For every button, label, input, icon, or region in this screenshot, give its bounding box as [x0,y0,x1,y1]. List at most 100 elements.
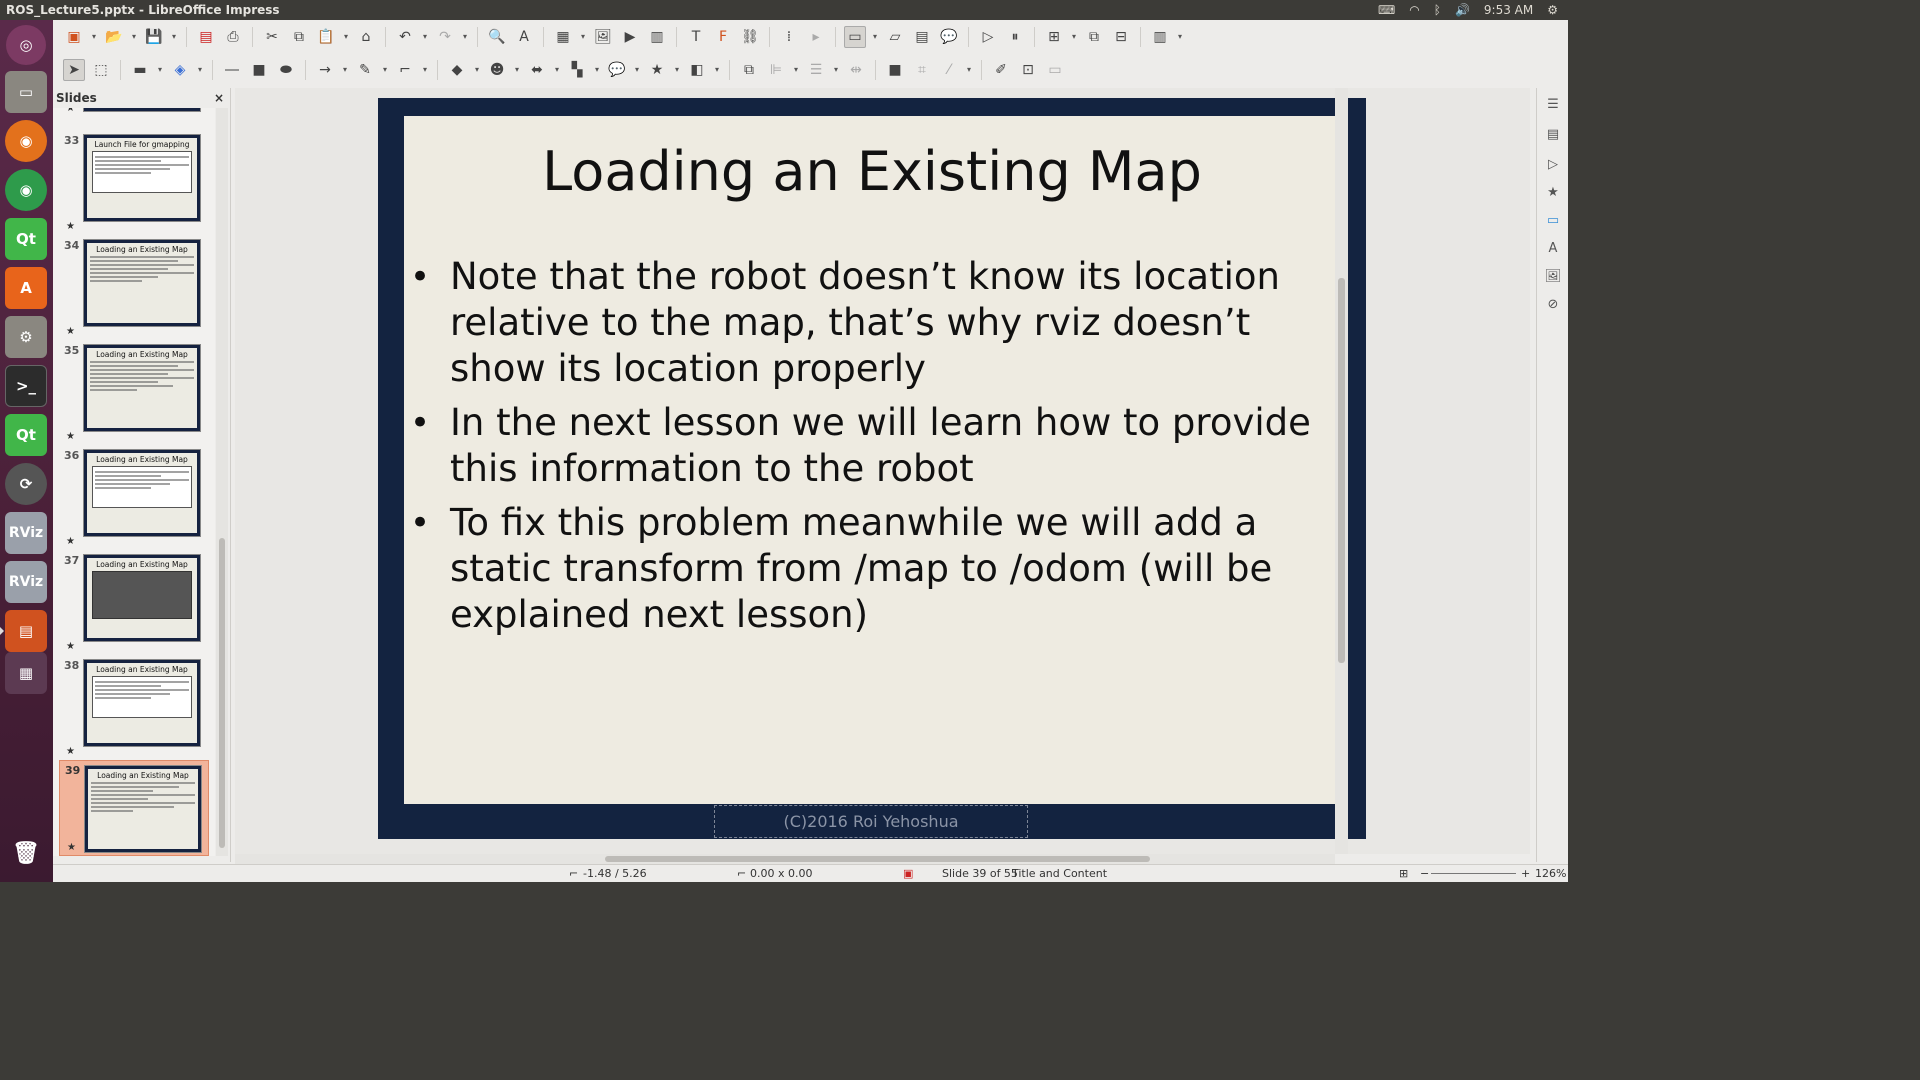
export-pdf-icon[interactable]: ▤ [195,26,217,48]
media-icon[interactable]: ▶ [619,26,641,48]
save-icon[interactable]: 💾 [143,26,165,48]
slide-thumbnail[interactable]: 35 Loading an Existing Map ★ [59,344,209,444]
display-views-icon[interactable]: ▭ [844,25,866,48]
chevron-down-icon[interactable]: ▾ [1176,26,1184,48]
hyperlink-icon[interactable]: ⛓ [739,26,761,48]
software-center-icon[interactable]: A [5,267,47,309]
rviz-icon[interactable]: RViz [5,512,47,554]
animation-icon[interactable]: ▷ [1543,154,1563,174]
chevron-down-icon[interactable]: ▾ [579,26,587,48]
flowchart-icon[interactable]: ▚ [566,59,588,81]
start-presentation-icon[interactable]: ▷ [977,26,999,48]
document-modified-icon[interactable]: ▣ [903,867,913,880]
chevron-down-icon[interactable]: ▾ [965,59,973,81]
custom-animation-icon[interactable]: ★ [1543,182,1563,202]
align-icon[interactable]: ⊫ [765,59,787,81]
slide-bullet-list[interactable]: Note that the robot doesn’t know its loc… [410,254,1330,646]
keyboard-icon[interactable]: ⌨ [1378,3,1395,17]
chevron-down-icon[interactable]: ▾ [593,59,601,81]
distribute-icon[interactable]: ⇹ [845,59,867,81]
chevron-down-icon[interactable]: ▾ [342,26,350,48]
bullet-item[interactable]: In the next lesson we will learn how to … [410,400,1330,492]
line-color-icon[interactable]: ▬ [129,59,151,81]
spelling-icon[interactable]: A [513,26,535,48]
line-icon[interactable]: ― [221,59,243,81]
master-slides-icon[interactable]: ▭ [1543,210,1563,230]
open-folder-icon[interactable]: 📂 [103,26,125,48]
cut-icon[interactable]: ✂ [261,26,283,48]
chevron-down-icon[interactable]: ▾ [170,26,178,48]
connector-icon[interactable]: ⌐ [394,59,416,81]
filter-icon[interactable]: ⁄ [938,59,960,81]
impress-icon[interactable]: ▤ [0,610,47,652]
slide-transition-icon[interactable]: ▤ [1543,124,1563,144]
zoom-slider[interactable] [1431,873,1516,874]
3d-objects-icon[interactable]: ◧ [686,59,708,81]
slide-thumbnail-current[interactable]: 39 Loading an Existing Map ★ [59,760,209,856]
chevron-down-icon[interactable]: ▾ [1070,26,1078,48]
start-current-icon[interactable]: ⏸ [1004,26,1026,48]
ellipse-icon[interactable]: ⬬ [275,59,297,81]
chevron-down-icon[interactable]: ▾ [421,59,429,81]
chevron-down-icon[interactable]: ▾ [832,59,840,81]
stars-icon[interactable]: ★ [646,59,668,81]
redo-icon[interactable]: ↷ [434,26,456,48]
gallery-icon[interactable]: 🖼 [1543,266,1563,286]
slide-canvas[interactable]: Loading an Existing Map Note that the ro… [378,98,1366,839]
close-icon[interactable]: × [214,91,224,105]
slide-thumbnail[interactable]: 34 Loading an Existing Map ★ [59,239,209,339]
chevron-down-icon[interactable]: ▾ [156,59,164,81]
select-icon[interactable]: ➤ [63,58,85,81]
chart-icon[interactable]: ▥ [646,26,668,48]
styles-icon[interactable]: A [1543,238,1563,258]
callouts-icon[interactable]: 💬 [606,59,628,81]
zoom-out-icon[interactable]: − [1420,867,1429,880]
chevron-down-icon[interactable]: ▾ [90,26,98,48]
zoom-level[interactable]: 126% [1535,867,1566,880]
fill-color-icon[interactable]: ◈ [169,59,191,81]
navigator-icon[interactable]: ⊘ [1543,294,1563,314]
new-icon[interactable]: ▣ [63,26,85,48]
table-icon[interactable]: ▦ [552,26,574,48]
chevron-down-icon[interactable]: ▾ [713,59,721,81]
block-arrows-icon[interactable]: ⬌ [526,59,548,81]
print-icon[interactable]: ⎙ [222,26,244,48]
find-replace-icon[interactable]: 🔍 [486,26,508,48]
slide-thumbnail[interactable]: 38 Loading an Existing Map ★ [59,659,209,759]
properties-icon[interactable]: ☰ [1543,94,1563,114]
undo-icon[interactable]: ↶ [394,26,416,48]
curve-icon[interactable]: ✎ [354,59,376,81]
chevron-down-icon[interactable]: ▾ [130,26,138,48]
bullet-item[interactable]: Note that the robot doesn’t know its loc… [410,254,1330,392]
chevron-down-icon[interactable]: ▾ [513,59,521,81]
trash-icon[interactable]: 🗑 [5,832,47,874]
comment-icon[interactable]: 💬 [938,26,960,48]
chevron-down-icon[interactable]: ▾ [341,59,349,81]
bluetooth-icon[interactable]: ᛒ [1434,3,1441,17]
master-slide-icon[interactable]: ▱ [884,26,906,48]
helplines-icon[interactable]: ▸ [805,26,827,48]
vertical-scrollbar[interactable] [1335,88,1348,854]
chevron-down-icon[interactable]: ▾ [633,59,641,81]
duplicate-slide-icon[interactable]: ⧉ [1083,26,1105,48]
slide-footer[interactable]: (C)2016 Roi Yehoshua [714,805,1028,838]
bullet-item[interactable]: To fix this problem meanwhile we will ad… [410,500,1330,638]
files-icon[interactable]: ▭ [5,71,47,113]
symbol-shapes-icon[interactable]: ☻ [486,59,508,81]
software-updater-icon[interactable]: ⟳ [5,463,47,505]
settings-gear-icon[interactable]: ⚙ [1547,3,1558,17]
glue-points-icon[interactable]: ⊡ [1017,59,1039,81]
chrome-icon[interactable]: ◉ [5,169,47,211]
rviz-icon[interactable]: RViz [5,561,47,603]
slides-pane-scrollbar[interactable] [216,108,228,856]
fontwork-icon[interactable]: F [712,26,734,48]
terminal-icon[interactable]: >_ [5,365,47,407]
arrange-icon[interactable]: ☰ [805,59,827,81]
sidebar-toggle-icon[interactable]: ▥ [1149,26,1171,48]
shadow-icon[interactable]: ■ [884,59,906,81]
chevron-down-icon[interactable]: ▾ [473,59,481,81]
delete-slide-icon[interactable]: ⊟ [1110,26,1132,48]
new-slide-icon[interactable]: ⊞ [1043,26,1065,48]
chevron-down-icon[interactable]: ▾ [461,26,469,48]
slide-title[interactable]: Loading an Existing Map [404,140,1340,203]
